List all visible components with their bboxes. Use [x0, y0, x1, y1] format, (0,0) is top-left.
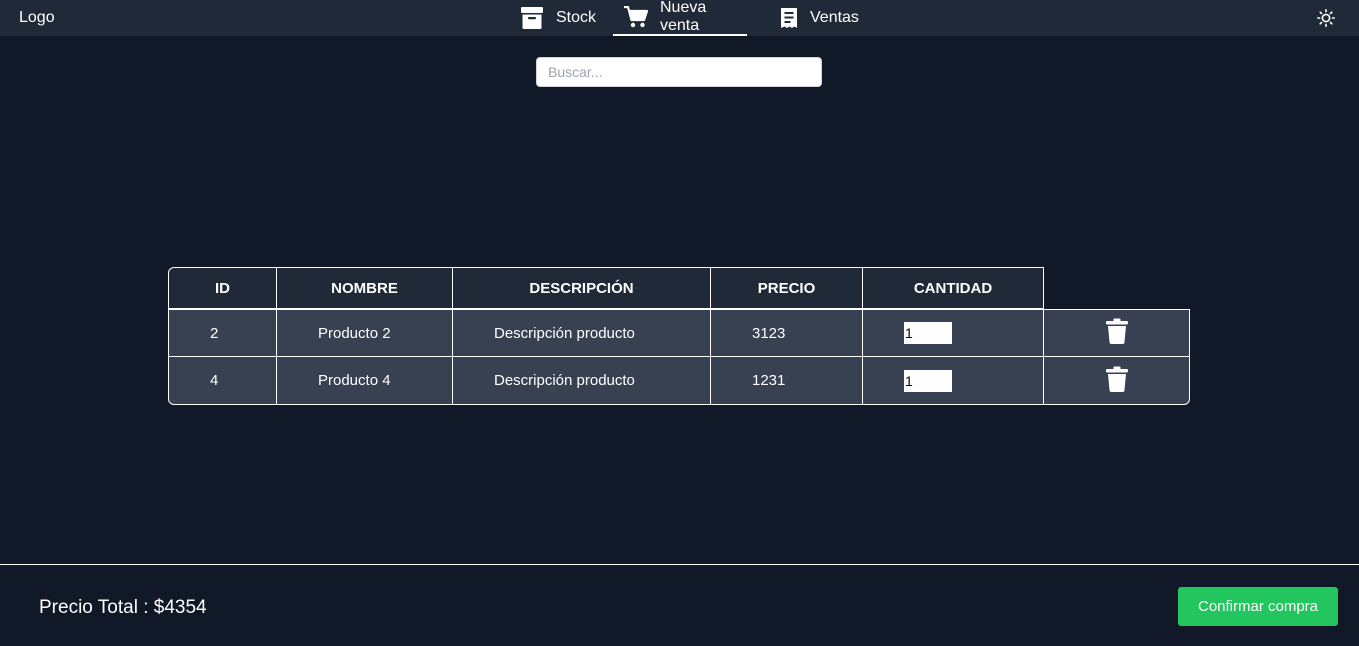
column-header-precio: PRECIO — [710, 267, 863, 309]
cell-descripcion: Descripción producto — [452, 356, 711, 405]
cell-nombre: Producto 2 — [276, 309, 453, 357]
products-table: ID NOMBRE DESCRIPCIÓN PRECIO CANTIDAD 2 … — [168, 267, 1190, 405]
cell-descripcion: Descripción producto — [452, 309, 711, 357]
total-price: Precio Total : $4354 — [39, 597, 207, 618]
theme-toggle-button[interactable] — [1317, 9, 1336, 28]
trash-icon[interactable] — [1105, 318, 1128, 348]
table-row: 4 Producto 4 Descripción producto 1231 — [168, 356, 1190, 405]
cell-cantidad — [862, 309, 1044, 357]
cell-delete — [1043, 356, 1190, 405]
cell-nombre: Producto 4 — [276, 356, 453, 405]
receipt-icon — [780, 7, 798, 29]
top-navbar: Logo Stock Nueva venta Ventas — [0, 0, 1359, 36]
logo[interactable]: Logo — [19, 9, 55, 27]
shopping-cart-icon — [624, 6, 648, 28]
cell-precio: 3123 — [710, 309, 863, 357]
cell-cantidad — [862, 356, 1044, 405]
nav-item-label: Nueva venta — [660, 0, 707, 34]
column-header-nombre: NOMBRE — [276, 267, 453, 309]
nav-item-label: Stock — [556, 9, 597, 26]
nav-item-nueva-venta[interactable]: Nueva venta — [613, 0, 747, 36]
column-header-cantidad: CANTIDAD — [862, 267, 1044, 309]
column-header-descripcion: DESCRIPCIÓN — [452, 267, 711, 309]
cell-precio: 1231 — [710, 356, 863, 405]
quantity-input[interactable] — [904, 369, 952, 392]
cell-id: 4 — [168, 356, 277, 405]
archive-box-icon — [520, 6, 544, 30]
nav-item-label: Ventas — [810, 9, 859, 26]
search-input[interactable] — [536, 57, 822, 87]
cell-delete — [1043, 309, 1190, 357]
table-row: 2 Producto 2 Descripción producto 3123 — [168, 309, 1190, 357]
nav-item-ventas[interactable]: Ventas — [780, 0, 859, 36]
trash-icon[interactable] — [1105, 366, 1128, 396]
confirm-purchase-button[interactable]: Confirmar compra — [1178, 587, 1338, 626]
quantity-input[interactable] — [904, 322, 952, 344]
checkout-footer: Precio Total : $4354 Confirmar compra — [0, 564, 1359, 646]
column-header-id: ID — [168, 267, 277, 309]
sun-icon — [1317, 9, 1336, 31]
nav-item-stock[interactable]: Stock — [520, 0, 596, 36]
cell-id: 2 — [168, 309, 277, 357]
